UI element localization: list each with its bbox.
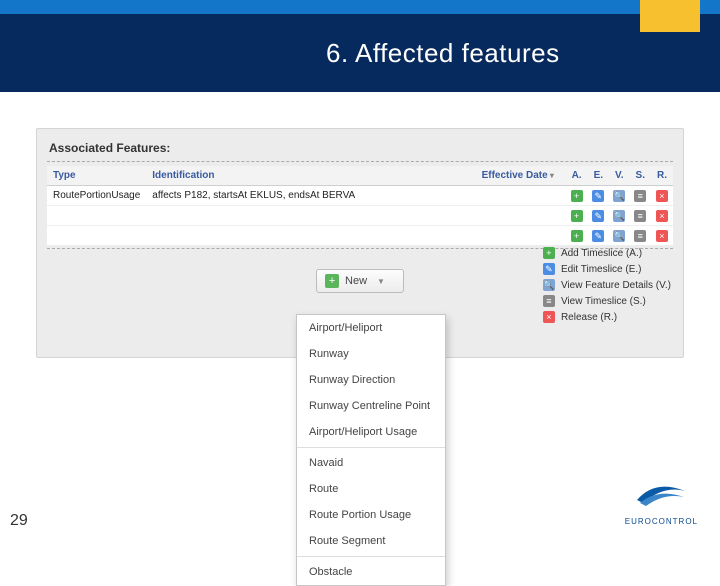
menu-item[interactable]: Route Portion Usage — [297, 502, 445, 528]
row-release-icon[interactable]: × — [656, 190, 668, 202]
row-edit-icon[interactable]: ✎ — [592, 230, 604, 242]
row-view-icon[interactable]: 🔍 — [613, 190, 625, 202]
cell-type — [47, 206, 146, 226]
add-icon: + — [543, 247, 555, 259]
chevron-down-icon: ▼ — [377, 277, 385, 286]
features-table: Type Identification Effective Date A. E.… — [47, 166, 673, 246]
title-band: 6. Affected features — [0, 14, 720, 92]
cell-ident: affects P182, startsAt EKLUS, endsAt BER… — [146, 186, 475, 206]
menu-separator — [297, 556, 445, 557]
eurocontrol-logo: EUROCONTROL — [625, 476, 698, 526]
legend-edit: Edit Timeslice (E.) — [561, 264, 642, 275]
legend: + Add Timeslice (A.) ✎ Edit Timeslice (E.)… — [543, 247, 671, 327]
legend-release: Release (R.) — [561, 312, 617, 323]
legend-view: View Feature Details (V.) — [561, 280, 671, 291]
release-icon: × — [543, 311, 555, 323]
slice-icon: ≡ — [543, 295, 555, 307]
row-add-icon[interactable]: + — [571, 210, 583, 222]
row-release-icon[interactable]: × — [656, 210, 668, 222]
table-row[interactable]: + ✎ 🔍 ≡ × — [47, 206, 673, 226]
cell-type: RoutePortionUsage — [47, 186, 146, 206]
col-s: S. — [630, 166, 651, 186]
view-icon: 🔍 — [543, 279, 555, 291]
page-number: 29 — [10, 512, 28, 530]
new-dropdown-menu[interactable]: Airport/HeliportRunwayRunway DirectionRu… — [296, 314, 446, 586]
cell-ident — [146, 206, 475, 226]
row-release-icon[interactable]: × — [656, 230, 668, 242]
col-effective-date[interactable]: Effective Date — [476, 166, 566, 186]
menu-item[interactable]: Route — [297, 476, 445, 502]
menu-item[interactable]: Runway Centreline Point — [297, 393, 445, 419]
plus-icon: + — [325, 274, 339, 288]
row-edit-icon[interactable]: ✎ — [592, 210, 604, 222]
menu-item[interactable]: Runway Direction — [297, 367, 445, 393]
col-e: E. — [588, 166, 609, 186]
menu-item[interactable]: Airport/Heliport — [297, 315, 445, 341]
col-a: A. — [566, 166, 588, 186]
row-add-icon[interactable]: + — [571, 190, 583, 202]
row-add-icon[interactable]: + — [571, 230, 583, 242]
panel-title-rule — [47, 161, 673, 162]
table-row[interactable]: + ✎ 🔍 ≡ × — [47, 226, 673, 246]
top-strip — [0, 0, 720, 14]
edit-icon: ✎ — [543, 263, 555, 275]
table-header-row: Type Identification Effective Date A. E.… — [47, 166, 673, 186]
row-slice-icon[interactable]: ≡ — [634, 230, 646, 242]
legend-add: Add Timeslice (A.) — [561, 248, 642, 259]
col-r: R. — [651, 166, 673, 186]
row-view-icon[interactable]: 🔍 — [613, 210, 625, 222]
menu-item[interactable]: Runway — [297, 341, 445, 367]
logo-text: EUROCONTROL — [625, 517, 698, 526]
cell-ident — [146, 226, 475, 246]
menu-item[interactable]: Navaid — [297, 450, 445, 476]
cell-eff — [476, 206, 566, 226]
row-edit-icon[interactable]: ✎ — [592, 190, 604, 202]
menu-item[interactable]: Airport/Heliport Usage — [297, 419, 445, 445]
menu-separator — [297, 447, 445, 448]
cell-type — [47, 226, 146, 246]
panel-title: Associated Features: — [47, 139, 673, 161]
cell-eff — [476, 226, 566, 246]
logo-swirl-icon — [631, 476, 691, 512]
col-ident[interactable]: Identification — [146, 166, 475, 186]
menu-item[interactable]: Route Segment — [297, 528, 445, 554]
brand-accent — [640, 0, 700, 32]
table-row[interactable]: RoutePortionUsageaffects P182, startsAt … — [47, 186, 673, 206]
row-slice-icon[interactable]: ≡ — [634, 190, 646, 202]
cell-eff — [476, 186, 566, 206]
new-button-label: New — [345, 275, 367, 287]
new-button[interactable]: + New ▼ — [316, 269, 404, 293]
row-view-icon[interactable]: 🔍 — [613, 230, 625, 242]
col-type[interactable]: Type — [47, 166, 146, 186]
page-title: 6. Affected features — [326, 38, 560, 69]
row-slice-icon[interactable]: ≡ — [634, 210, 646, 222]
legend-slice: View Timeslice (S.) — [561, 296, 646, 307]
col-v: V. — [609, 166, 630, 186]
menu-item[interactable]: Obstacle — [297, 559, 445, 585]
